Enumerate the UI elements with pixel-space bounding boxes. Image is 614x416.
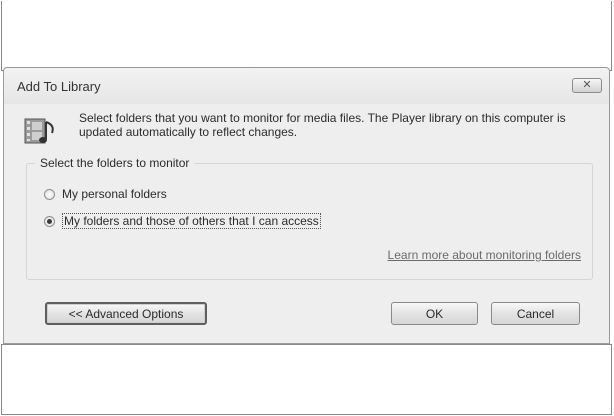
background-window-bottom <box>1 344 612 415</box>
radio-my-personal-folders[interactable]: My personal folders <box>44 187 167 201</box>
background-window-top <box>1 1 612 71</box>
radio-button-unchecked[interactable] <box>44 188 55 200</box>
radio-my-folders-and-others[interactable]: My folders and those of others that I ca… <box>44 213 321 229</box>
cancel-button[interactable]: Cancel <box>491 302 580 325</box>
title-bar: Add To Library ✕ <box>4 68 609 104</box>
intro-section: Select folders that you want to monitor … <box>22 111 602 145</box>
media-library-icon <box>24 118 54 144</box>
group-label: Select the folders to monitor <box>35 156 195 170</box>
monitor-folders-group: Select the folders to monitor My persona… <box>26 156 593 280</box>
radio-button-checked[interactable] <box>44 215 55 227</box>
close-button[interactable]: ✕ <box>572 78 602 93</box>
radio-label-others: My folders and those of others that I ca… <box>62 213 321 229</box>
learn-more-link[interactable]: Learn more about monitoring folders <box>388 248 581 262</box>
intro-text: Select folders that you want to monitor … <box>79 111 566 139</box>
radio-label-personal: My personal folders <box>62 187 167 201</box>
close-icon: ✕ <box>582 79 592 91</box>
dialog-title: Add To Library <box>17 79 101 94</box>
ok-button[interactable]: OK <box>391 302 478 325</box>
advanced-options-button[interactable]: << Advanced Options <box>45 302 207 325</box>
add-to-library-dialog: Add To Library ✕ Select folders that you… <box>3 67 610 344</box>
